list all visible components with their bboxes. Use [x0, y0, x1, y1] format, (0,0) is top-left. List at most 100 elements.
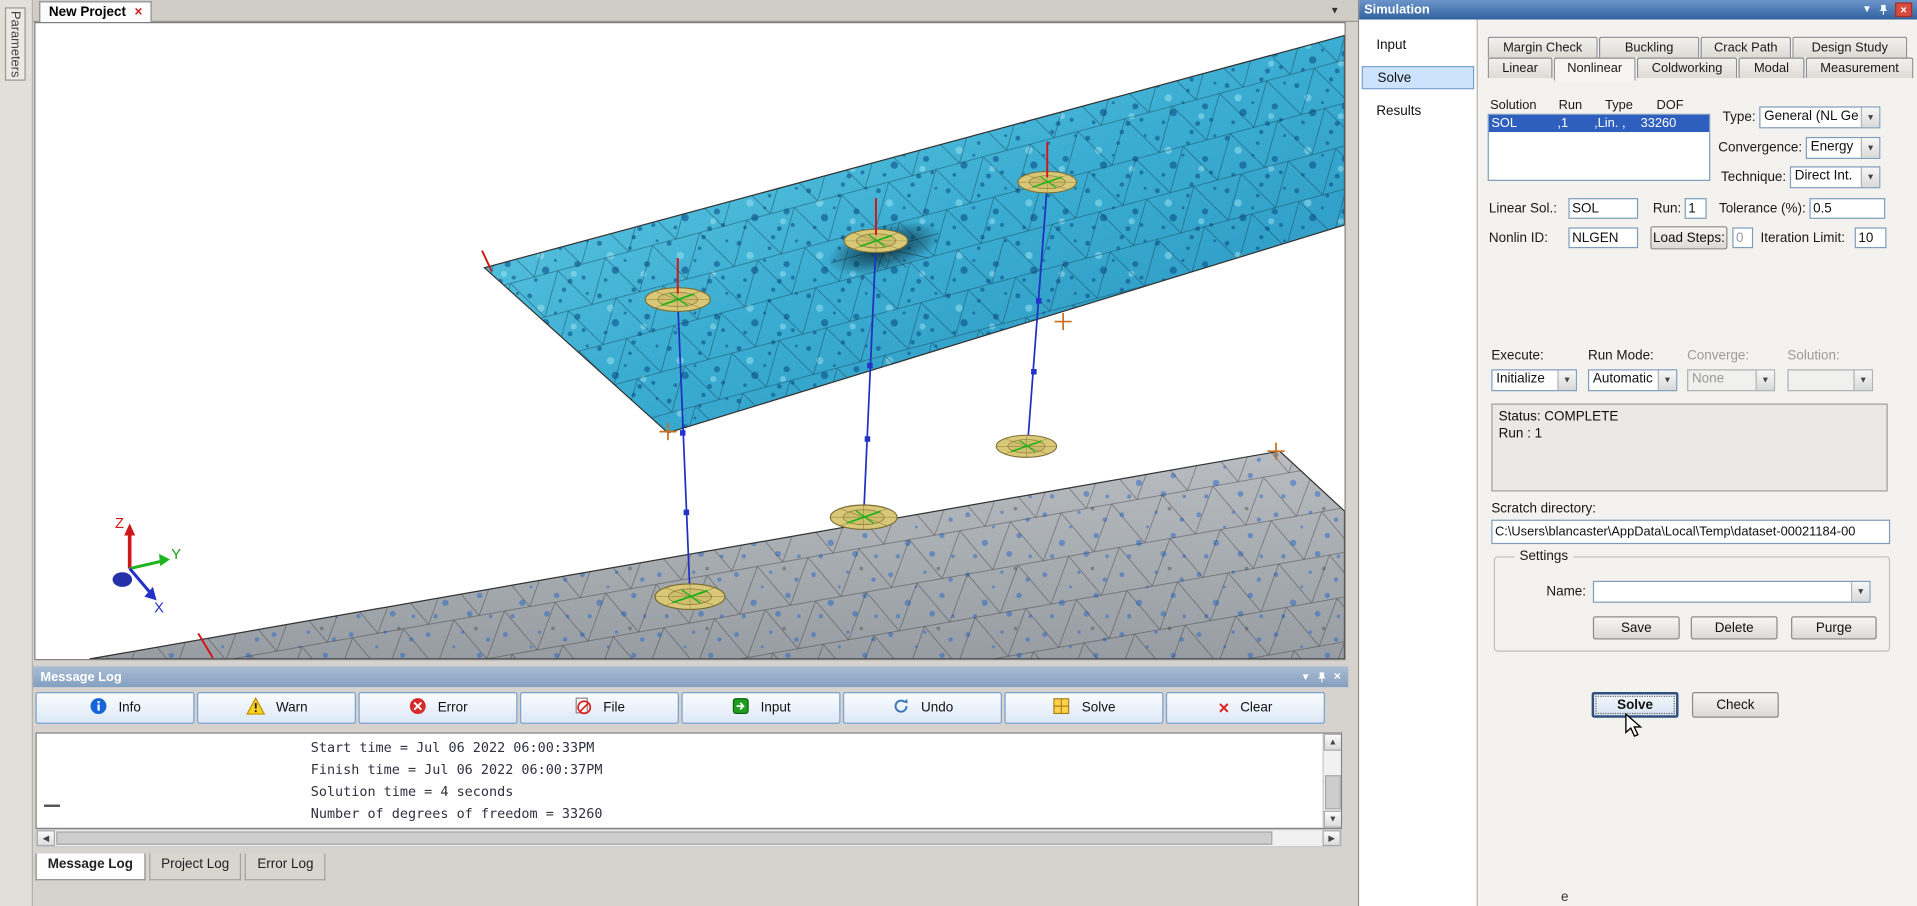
tab-coldworking[interactable]: Coldworking	[1637, 57, 1737, 78]
technique-combo[interactable]: Direct Int. ▼	[1790, 166, 1881, 188]
log-input-button[interactable]: Input	[681, 692, 840, 724]
tab-nonlinear[interactable]: Nonlinear	[1554, 57, 1636, 80]
run-input[interactable]: 1	[1685, 198, 1707, 219]
close-icon[interactable]: ×	[1895, 2, 1912, 17]
convergence-combo[interactable]: Energy ▼	[1806, 137, 1881, 159]
button-label: Solve	[1617, 698, 1653, 713]
combo-value: Direct Int.	[1795, 169, 1860, 186]
col-header-run: Run	[1559, 98, 1583, 114]
button-label: Load Steps:	[1653, 230, 1725, 245]
log-clear-button[interactable]: × Clear	[1166, 692, 1325, 724]
scrollbar-thumb[interactable]	[56, 831, 1272, 844]
tab-label: Measurement	[1820, 61, 1899, 76]
purge-button[interactable]: Purge	[1791, 616, 1877, 639]
log-line: Finish time = Jul 06 2022 06:00:37PM	[37, 759, 1341, 781]
nonlin-id-input[interactable]: NLGEN	[1568, 227, 1638, 248]
converge-combo: None ▼	[1687, 369, 1775, 391]
tab-message-log[interactable]: Message Log	[35, 853, 145, 880]
settings-group-title: Settings	[1515, 549, 1573, 565]
message-log-toolbar: Info Warn Error File Input Undo	[35, 692, 1324, 725]
save-button[interactable]: Save	[1593, 616, 1680, 639]
dropdown-arrow-icon[interactable]: ▼	[1851, 582, 1869, 602]
tab-measurement[interactable]: Measurement	[1806, 57, 1914, 78]
tab-label: Design Study	[1812, 40, 1888, 55]
combo-value: Automatic	[1593, 372, 1657, 389]
tab-label: Error Log	[257, 857, 313, 872]
input-value: C:\Users\blancaster\AppData\Local\Temp\d…	[1495, 525, 1855, 540]
dropdown-arrow-icon: ▼	[1853, 370, 1871, 390]
execute-combo[interactable]: Initialize ▼	[1491, 369, 1577, 391]
close-icon[interactable]: ×	[1334, 671, 1341, 683]
button-label: Purge	[1816, 621, 1852, 636]
tab-design-study[interactable]: Design Study	[1792, 37, 1907, 58]
load-steps-button[interactable]: Load Steps:	[1650, 226, 1727, 249]
message-log-output[interactable]: Start time = Jul 06 2022 06:00:33PM Fini…	[35, 732, 1342, 829]
pin-icon[interactable]	[1317, 671, 1328, 683]
dropdown-arrow-icon[interactable]: ▼	[1861, 168, 1879, 188]
tab-error-log[interactable]: Error Log	[245, 853, 326, 880]
delete-button[interactable]: Delete	[1691, 616, 1778, 639]
close-tab-icon[interactable]: ×	[135, 6, 143, 18]
bottom-plate	[89, 451, 1344, 659]
type-combo[interactable]: General (NL Gen ▼	[1759, 106, 1880, 128]
load-steps-input[interactable]: 0	[1732, 227, 1753, 248]
scratch-directory-label: Scratch directory:	[1491, 501, 1596, 517]
scroll-down-button[interactable]: ▼	[1324, 811, 1342, 828]
nav-item-results[interactable]: Results	[1362, 100, 1475, 123]
scroll-right-button[interactable]: ▶	[1322, 830, 1340, 846]
linear-sol-label: Linear Sol.:	[1489, 202, 1557, 218]
log-filter-error-button[interactable]: Error	[358, 692, 517, 724]
tab-buckling[interactable]: Buckling	[1599, 37, 1699, 58]
3d-viewport[interactable]: Z Y X	[34, 22, 1345, 660]
pin-icon[interactable]	[1878, 4, 1889, 16]
tolerance-input[interactable]: 0.5	[1809, 198, 1885, 219]
settings-name-combo[interactable]: ▼	[1593, 581, 1871, 603]
log-undo-button[interactable]: Undo	[843, 692, 1002, 724]
linear-sol-input[interactable]: SOL	[1568, 198, 1638, 219]
iteration-limit-input[interactable]: 10	[1855, 227, 1887, 248]
check-button[interactable]: Check	[1692, 692, 1779, 718]
dropdown-arrow-icon[interactable]: ▼	[1861, 108, 1879, 128]
log-button-label: Error	[438, 701, 468, 716]
log-file-button[interactable]: File	[520, 692, 679, 724]
collapse-icon[interactable]: ▼	[1301, 671, 1311, 683]
log-vertical-scrollbar[interactable]: ▲ ▼	[1322, 734, 1340, 828]
cell-run: ,1	[1557, 116, 1568, 131]
fea-scene: Z Y X	[35, 23, 1344, 659]
tab-crack-path[interactable]: Crack Path	[1701, 37, 1792, 58]
parameters-tab[interactable]: Parameters	[5, 7, 26, 80]
tab-overflow-icon[interactable]: ▼	[1330, 5, 1340, 16]
message-log-titlebar[interactable]: Message Log ▼ ×	[33, 666, 1348, 687]
simulation-titlebar[interactable]: Simulation ▼ ×	[1359, 0, 1917, 20]
triad-x-label: X	[154, 601, 164, 617]
collapse-icon[interactable]: ▼	[1862, 4, 1872, 16]
log-filter-info-button[interactable]: Info	[35, 692, 194, 724]
run-mode-combo[interactable]: Automatic ▼	[1588, 369, 1677, 391]
log-button-label: Clear	[1240, 701, 1272, 716]
tab-modal[interactable]: Modal	[1738, 57, 1804, 78]
scroll-left-button[interactable]: ◀	[37, 830, 55, 846]
log-solve-button[interactable]: Solve	[1004, 692, 1163, 724]
tab-margin-check[interactable]: Margin Check	[1488, 37, 1598, 58]
execute-label: Execute:	[1491, 348, 1543, 364]
nav-label: Input	[1376, 38, 1406, 53]
tab-label: Crack Path	[1714, 40, 1778, 55]
log-button-label: Solve	[1082, 701, 1116, 716]
tab-label: Margin Check	[1503, 40, 1582, 55]
dropdown-arrow-icon[interactable]: ▼	[1658, 370, 1676, 390]
tab-new-project[interactable]: New Project ×	[39, 1, 152, 22]
scrollbar-thumb[interactable]	[1325, 775, 1341, 809]
scratch-directory-input[interactable]: C:\Users\blancaster\AppData\Local\Temp\d…	[1491, 520, 1890, 544]
tab-project-log[interactable]: Project Log	[149, 853, 242, 880]
dropdown-arrow-icon[interactable]: ▼	[1861, 138, 1879, 158]
status-line: Status: COMPLETE	[1499, 408, 1881, 425]
scroll-up-button[interactable]: ▲	[1324, 734, 1342, 751]
log-filter-warn-button[interactable]: Warn	[197, 692, 356, 724]
log-tabs: Message Log Project Log Error Log	[35, 853, 329, 880]
tab-linear[interactable]: Linear	[1488, 57, 1553, 78]
dropdown-arrow-icon[interactable]: ▼	[1557, 370, 1575, 390]
log-horizontal-scrollbar[interactable]: ◀ ▶	[35, 829, 1342, 847]
nav-item-input[interactable]: Input	[1362, 34, 1475, 57]
nav-item-solve[interactable]: Solve	[1362, 66, 1475, 89]
tab-label: Project Log	[161, 857, 229, 872]
